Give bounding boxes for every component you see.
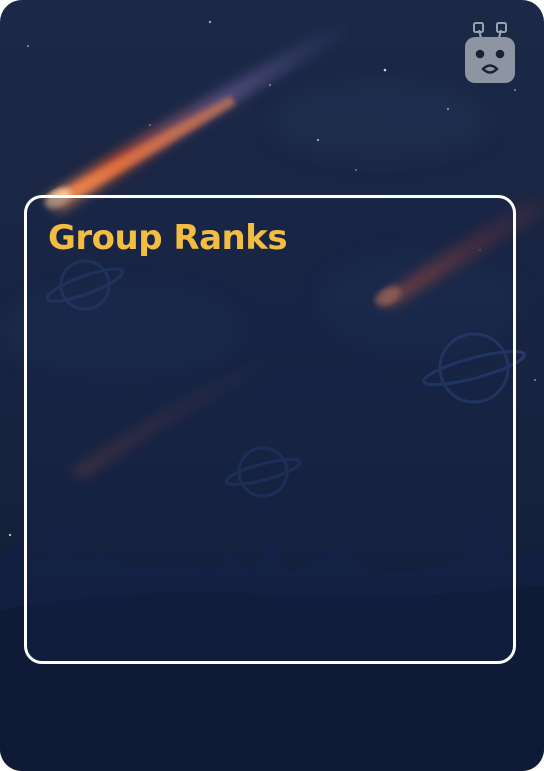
robot-face-icon[interactable] xyxy=(463,20,517,84)
group-ranks-panel: Group Ranks xyxy=(24,195,516,664)
game-screen: Group Ranks xyxy=(0,0,544,771)
panel-title: Group Ranks xyxy=(48,218,288,258)
